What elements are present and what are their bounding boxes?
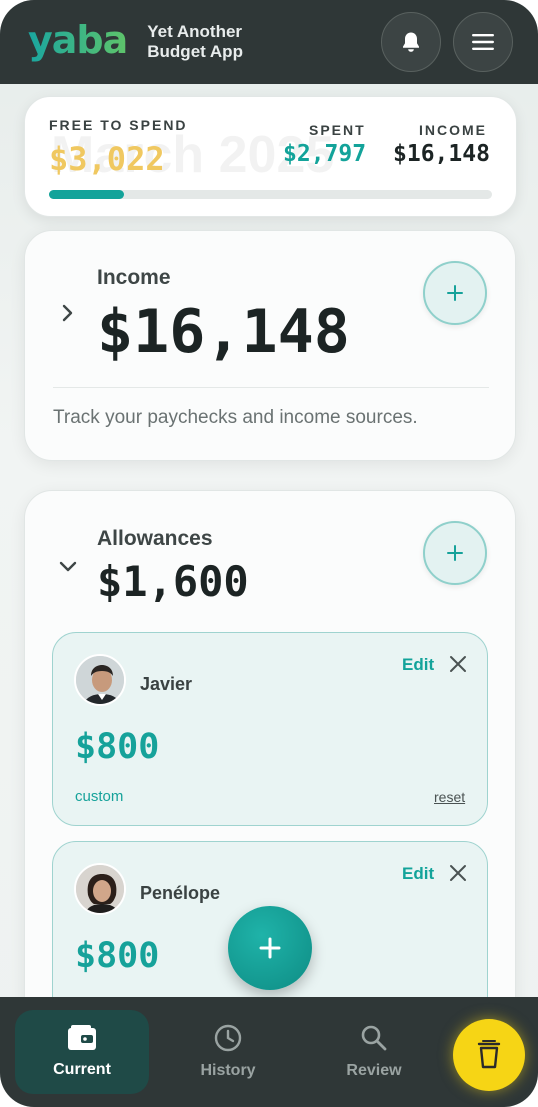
wallet-icon [68,1025,96,1050]
coffee-cup-icon [477,1040,501,1069]
app-screen: yaba Yet Another Budget App March 2025 F… [0,0,538,1107]
nav-history[interactable]: History [161,1010,295,1094]
app-tagline: Yet Another Budget App [147,22,243,62]
person-name: Penélope [140,883,221,903]
allowance-amount: $800 [75,936,160,976]
bell-icon [403,32,419,52]
allowance-item: Javier Edit $800 custom reset [52,632,488,826]
allowances-amount: $1,600 [97,557,249,606]
income-value: $16,148 [393,141,490,167]
reset-link[interactable]: reset [434,789,465,805]
budget-progress-fill [49,190,125,199]
hamburger-menu-icon [472,34,494,50]
plus-icon [259,937,281,959]
allowance-amount: $800 [75,727,160,767]
free-to-spend-value: $3,022 [49,140,165,178]
edit-button[interactable]: Edit [402,655,434,675]
chevron-right-icon[interactable] [62,304,74,322]
nav-label: History [200,1062,256,1079]
add-income-button[interactable] [423,261,487,325]
income-card: Income $16,148 Track your paychecks and … [24,230,516,461]
nav-review[interactable]: Review [307,1010,441,1094]
app-header: yaba Yet Another Budget App [0,0,538,84]
allowance-type-tag: custom [75,788,124,805]
budget-progress-bar [49,190,492,199]
close-icon[interactable] [449,864,467,882]
nav-current[interactable]: Current [15,1010,149,1094]
add-allowance-button[interactable] [423,521,487,585]
menu-button[interactable] [453,12,513,72]
income-description: Track your paychecks and income sources. [53,407,418,428]
add-transaction-fab[interactable] [228,906,312,990]
person-name: Javier [140,674,193,694]
coffee-button[interactable] [453,1019,525,1091]
chevron-down-icon[interactable] [59,561,77,573]
budget-summary-card: March 2025 FREE TO SPEND $3,022 SPENT $2… [24,96,517,217]
divider [53,387,489,388]
search-icon [361,1025,387,1051]
plus-icon [447,545,463,561]
clock-icon [214,1024,242,1052]
income-amount: $16,148 [97,297,350,367]
notifications-button[interactable] [381,12,441,72]
app-logo[interactable]: yaba [28,18,128,62]
plus-icon [447,285,463,301]
close-icon[interactable] [449,655,467,673]
tagline-line-2: Budget App [147,42,243,61]
avatar [74,654,126,706]
spent-label: SPENT [309,122,366,138]
income-label: INCOME [419,122,487,138]
avatar [74,863,126,915]
free-to-spend-label: FREE TO SPEND [49,117,188,133]
income-title: Income [97,266,171,289]
tagline-line-1: Yet Another [147,22,243,41]
nav-label: Current [53,1061,111,1078]
allowances-title: Allowances [97,527,213,550]
nav-label: Review [346,1062,402,1079]
edit-button[interactable]: Edit [402,864,434,884]
spent-value: $2,797 [283,141,367,167]
